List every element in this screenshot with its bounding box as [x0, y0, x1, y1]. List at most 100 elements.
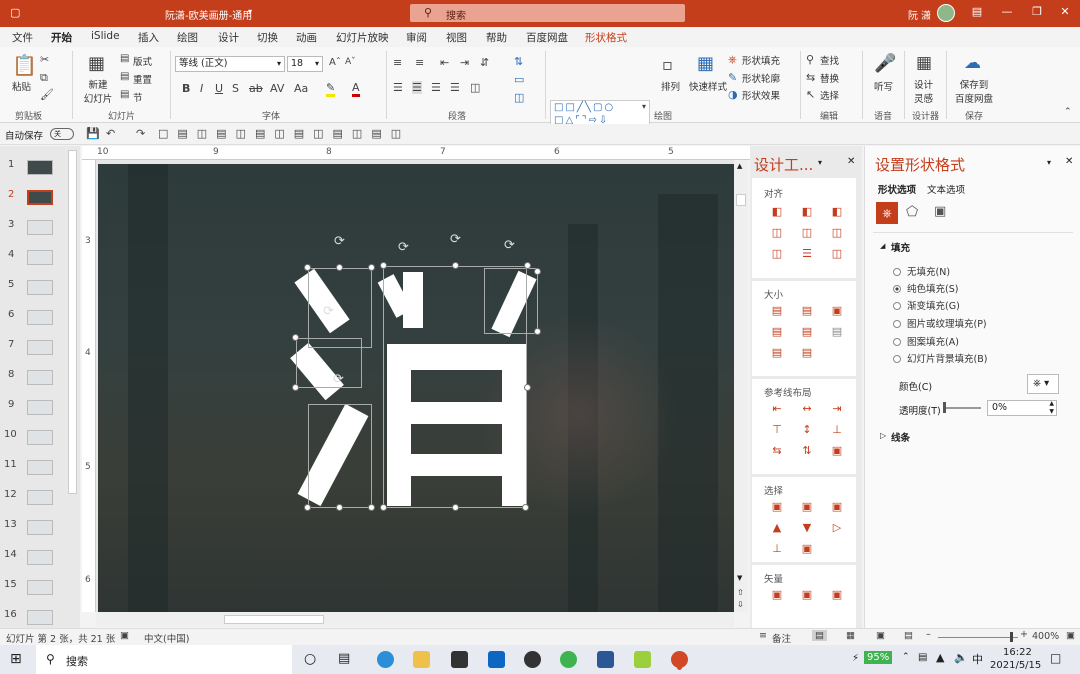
zoom-in-icon[interactable]: +: [1020, 629, 1028, 640]
guide-hcenter-icon[interactable]: ↔: [792, 401, 822, 417]
gallery-more-icon[interactable]: ▾: [642, 102, 646, 111]
distribute-v-icon[interactable]: ☰: [792, 246, 822, 262]
edge-icon[interactable]: [377, 651, 394, 668]
slide-thumbnail[interactable]: [27, 520, 53, 535]
scroll-thumb[interactable]: [224, 615, 324, 624]
slide-thumbnail[interactable]: [27, 160, 53, 175]
justify-icon[interactable]: ☰: [450, 81, 460, 94]
document-title[interactable]: 阮潇-欧美画册-通用: [165, 7, 252, 22]
selection-box[interactable]: [308, 404, 372, 508]
slide[interactable]: ⟳ ⟳ ⟳ ⟳ ⟳ ⟳: [98, 164, 734, 612]
transparency-slider[interactable]: [943, 407, 981, 409]
slide-thumbnail[interactable]: [27, 220, 53, 235]
smartart-icon[interactable]: ◫: [514, 91, 524, 104]
shape-effects-button[interactable]: 形状效果: [742, 88, 780, 102]
close-icon[interactable]: ✕: [1065, 156, 1073, 167]
strikethrough-icon[interactable]: ab: [249, 82, 263, 95]
replace-button[interactable]: 替换: [820, 71, 839, 85]
selection-box[interactable]: [484, 268, 538, 334]
slide-thumbnail[interactable]: [27, 250, 53, 265]
scroll-thumb[interactable]: [736, 194, 746, 206]
resize-handle[interactable]: [304, 264, 311, 271]
outlook-icon[interactable]: [488, 651, 505, 668]
tab-islide[interactable]: iSlide: [91, 30, 120, 42]
swap-size-icon[interactable]: ▤: [822, 324, 852, 340]
line-spacing-icon[interactable]: ⇵: [480, 56, 489, 69]
clock-date[interactable]: 2021/5/15: [990, 660, 1041, 671]
save-icon[interactable]: 💾: [86, 127, 100, 140]
highlight-icon[interactable]: ✎: [326, 81, 336, 97]
close-icon[interactable]: ✕: [1058, 5, 1072, 18]
dictate-button[interactable]: 听写: [874, 79, 893, 93]
tab-shape-options[interactable]: 形状选项: [878, 182, 916, 196]
no-fill-radio[interactable]: 无填充(N): [893, 264, 950, 278]
resize-handle[interactable]: [524, 384, 531, 391]
photo-app-icon[interactable]: [634, 651, 651, 668]
minimize-icon[interactable]: —: [1000, 5, 1014, 18]
gradient-fill-radio[interactable]: 渐变填充(G): [893, 298, 960, 312]
notification-icon[interactable]: □: [1050, 651, 1061, 665]
redo-icon[interactable]: ↷: [136, 127, 145, 140]
resize-handle[interactable]: [336, 264, 343, 271]
shape-outline-button[interactable]: 形状轮廓: [742, 71, 780, 85]
file-explorer-icon[interactable]: [413, 651, 430, 668]
save-to-baidu-button[interactable]: 保存到 百度网盘: [955, 77, 993, 105]
columns-icon[interactable]: ◫: [470, 81, 480, 94]
resize-handle[interactable]: [368, 504, 375, 511]
find-button[interactable]: 查找: [820, 53, 839, 67]
shadow-icon[interactable]: S: [232, 82, 239, 95]
guide-height-icon[interactable]: ⇅: [792, 443, 822, 459]
top-size-icon[interactable]: ▤: [762, 345, 792, 361]
slide-thumbnail[interactable]: [27, 430, 53, 445]
align-left-icon[interactable]: ◧: [762, 204, 792, 220]
network-icon[interactable]: ▤: [918, 652, 927, 663]
effects-icon[interactable]: ⬠: [906, 204, 918, 220]
toolbar-icons[interactable]: □▤◫▤◫▤◫▤◫▤◫▤◫: [158, 127, 410, 140]
tab-home[interactable]: 开始: [51, 30, 72, 49]
collapse-icon[interactable]: ▷: [880, 431, 886, 440]
numbering-icon[interactable]: ≡: [415, 56, 424, 69]
bottom-size-icon[interactable]: ▤: [792, 345, 822, 361]
next-slide-icon[interactable]: ⇩: [737, 600, 744, 609]
tab-animations[interactable]: 动画: [296, 30, 317, 45]
clock-time[interactable]: 16:22: [1003, 647, 1032, 658]
search-input[interactable]: ⚲ 搜索: [410, 4, 685, 22]
guide-vcenter-icon[interactable]: ↕: [792, 422, 822, 438]
guide-fit-icon[interactable]: ▣: [822, 443, 852, 459]
spinner-icon[interactable]: ▲ ▼: [1049, 400, 1054, 416]
close-icon[interactable]: ✕: [847, 156, 855, 167]
slide-thumbnail[interactable]: [27, 400, 53, 415]
tab-help[interactable]: 帮助: [486, 30, 507, 45]
align-right-icon[interactable]: ◧: [822, 204, 852, 220]
resize-handle[interactable]: [368, 264, 375, 271]
wifi-icon[interactable]: ▲: [936, 651, 944, 664]
paste-button[interactable]: 粘贴: [12, 79, 31, 93]
select-same-icon[interactable]: ▣: [762, 499, 792, 515]
tab-draw[interactable]: 绘图: [177, 30, 198, 45]
zoom-out-icon[interactable]: –: [926, 629, 931, 640]
format-painter-icon[interactable]: 🖌: [40, 88, 54, 101]
pattern-fill-radio[interactable]: 图案填充(A): [893, 334, 959, 348]
reset-button[interactable]: 重置: [133, 72, 152, 86]
powerpoint-icon[interactable]: [671, 651, 688, 668]
save-icon[interactable]: ▢: [10, 6, 20, 19]
font-name-select[interactable]: 等线 (正文) ▾: [175, 56, 285, 72]
slide-thumbnail[interactable]: [27, 370, 53, 385]
resize-handle[interactable]: [452, 504, 459, 511]
slider-handle[interactable]: [943, 402, 946, 413]
slide-thumbnail[interactable]: [27, 490, 53, 505]
cortana-icon[interactable]: ○: [304, 651, 316, 667]
italic-icon[interactable]: I: [200, 82, 203, 95]
section-button[interactable]: 节: [133, 90, 143, 104]
restore-icon[interactable]: ❐: [1030, 5, 1044, 18]
baidu-cloud-icon[interactable]: ☁: [964, 53, 981, 73]
text-direction-icon[interactable]: ⇅: [514, 55, 523, 68]
underline-icon[interactable]: U: [215, 82, 223, 95]
windows-start-icon[interactable]: ⊞: [10, 651, 22, 667]
notes-button[interactable]: 备注: [772, 631, 791, 645]
slide-thumbnail[interactable]: [27, 340, 53, 355]
ime-indicator[interactable]: 中: [972, 651, 983, 667]
select-layer-icon[interactable]: ▣: [822, 499, 852, 515]
align-top-icon[interactable]: ◫: [762, 225, 792, 241]
rotate-handle-icon[interactable]: ⟳: [504, 238, 515, 253]
